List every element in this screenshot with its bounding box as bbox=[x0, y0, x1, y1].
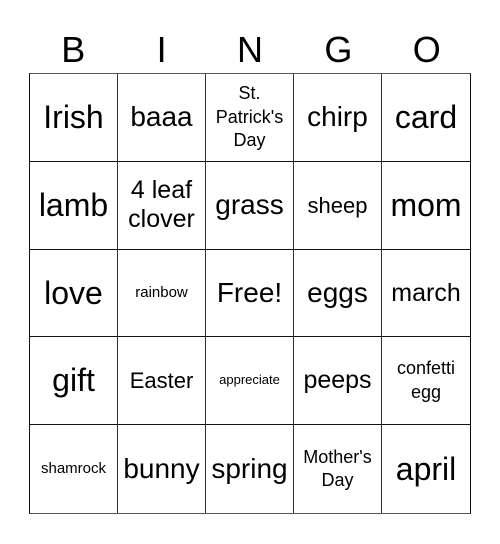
bingo-cell-label: bunny bbox=[123, 453, 200, 484]
bingo-cell[interactable]: St. Patrick's Day bbox=[206, 74, 294, 162]
bingo-cell[interactable]: love bbox=[30, 249, 118, 338]
bingo-cell[interactable]: eggs bbox=[294, 249, 382, 338]
bingo-cell[interactable]: 4 leaf clover bbox=[118, 161, 206, 250]
header-letter-o: O bbox=[412, 29, 441, 70]
bingo-cell-label: baaa bbox=[130, 101, 193, 133]
bingo-cell[interactable]: chirp bbox=[294, 74, 382, 162]
bingo-free-space[interactable]: Free! bbox=[206, 249, 294, 338]
bingo-cell-label: 4 leaf clover bbox=[128, 176, 195, 234]
bingo-header: B I N G O bbox=[29, 28, 471, 72]
bingo-cell-label: rainbow bbox=[135, 284, 188, 302]
bingo-cell-label: gift bbox=[52, 362, 95, 399]
bingo-cell[interactable]: appreciate bbox=[206, 337, 294, 426]
bingo-cell[interactable]: peeps bbox=[294, 337, 382, 426]
bingo-cell[interactable]: lamb bbox=[30, 161, 118, 250]
bingo-cell[interactable]: bunny bbox=[118, 425, 206, 513]
bingo-cell-label: Irish bbox=[43, 99, 104, 135]
bingo-cell-label: Mother's Day bbox=[303, 446, 372, 491]
header-letter-g: G bbox=[324, 29, 353, 70]
header-letter-i: I bbox=[156, 29, 167, 70]
bingo-cell-label: St. Patrick's Day bbox=[215, 83, 284, 151]
header-letter-n: N bbox=[236, 29, 263, 70]
bingo-cell-label: grass bbox=[215, 189, 284, 221]
bingo-cell-label: shamrock bbox=[40, 460, 107, 478]
header-letter-b: B bbox=[61, 29, 86, 70]
bingo-cell[interactable]: april bbox=[382, 425, 470, 513]
bingo-cell[interactable]: grass bbox=[206, 161, 294, 250]
bingo-cell-label: card bbox=[394, 99, 458, 135]
bingo-cell-label: april bbox=[395, 450, 457, 487]
bingo-cell[interactable]: Irish bbox=[30, 74, 118, 162]
bingo-cell[interactable]: shamrock bbox=[30, 425, 118, 513]
bingo-cell-label: eggs bbox=[307, 276, 368, 308]
bingo-cell[interactable]: march bbox=[382, 250, 470, 338]
bingo-cell[interactable]: card bbox=[382, 74, 470, 162]
bingo-cell[interactable]: Mother's Day bbox=[294, 425, 382, 513]
bingo-grid: Irish baaa St. Patrick's Day chirp card lamb 4… bbox=[29, 73, 471, 514]
bingo-cell-label: peeps bbox=[303, 366, 372, 395]
bingo-cell[interactable]: mom bbox=[382, 162, 470, 250]
bingo-cell[interactable]: spring bbox=[206, 425, 294, 513]
bingo-cell-label: Easter bbox=[129, 368, 194, 394]
bingo-cell[interactable]: Easter bbox=[118, 337, 206, 426]
bingo-cell-label: march bbox=[391, 278, 461, 307]
bingo-cell[interactable]: confetti egg bbox=[382, 337, 470, 426]
bingo-cell[interactable]: gift bbox=[30, 337, 118, 426]
bingo-cell-label: chirp bbox=[307, 101, 368, 133]
bingo-cell-label: sheep bbox=[307, 192, 368, 218]
bingo-cell-label: mom bbox=[390, 186, 462, 223]
bingo-cell-label: spring bbox=[211, 453, 288, 484]
bingo-cell-label: appreciate bbox=[219, 372, 280, 388]
bingo-cell[interactable]: rainbow bbox=[118, 249, 206, 338]
bingo-cell[interactable]: baaa bbox=[118, 74, 206, 162]
bingo-cell-label: love bbox=[44, 274, 103, 311]
bingo-cell[interactable]: sheep bbox=[294, 161, 382, 250]
bingo-cell-label: confetti egg bbox=[396, 358, 456, 402]
bingo-cell-label: Free! bbox=[216, 276, 283, 308]
bingo-cell-label: lamb bbox=[38, 186, 109, 223]
